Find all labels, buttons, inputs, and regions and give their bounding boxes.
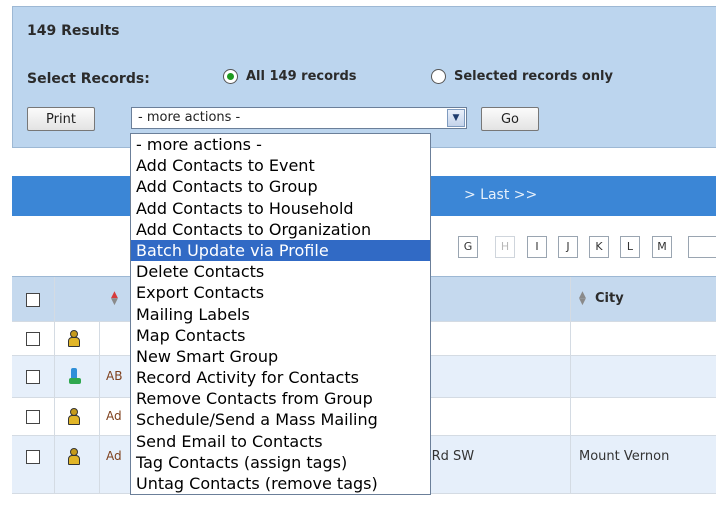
chevron-down-icon[interactable]: ▼ xyxy=(447,109,465,127)
select-records-label: Select Records: xyxy=(27,71,150,87)
header-city[interactable]: ▲ ▼ City xyxy=(571,277,716,321)
alpha-letter-h: H xyxy=(495,236,515,258)
option-export-contacts[interactable]: Export Contacts xyxy=(131,282,430,303)
person-icon xyxy=(67,448,81,466)
city-column-label: City xyxy=(595,291,624,306)
option-tag-contacts[interactable]: Tag Contacts (assign tags) xyxy=(131,452,430,473)
row-checkbox[interactable] xyxy=(26,332,40,346)
alpha-letter-m[interactable]: M xyxy=(652,236,672,258)
option-add-to-household[interactable]: Add Contacts to Household xyxy=(131,198,430,219)
alpha-letter-next[interactable] xyxy=(688,236,716,258)
radio-all-records-label: All 149 records xyxy=(246,69,357,84)
option-batch-update[interactable]: Batch Update via Profile xyxy=(131,239,430,262)
person-icon xyxy=(67,330,81,348)
radio-all-records[interactable]: All 149 records xyxy=(223,69,356,84)
row-checkbox[interactable] xyxy=(26,410,40,424)
option-add-to-organization[interactable]: Add Contacts to Organization xyxy=(131,219,430,240)
option-add-to-group[interactable]: Add Contacts to Group xyxy=(131,176,430,197)
results-count: 149 Results xyxy=(27,23,120,39)
option-map-contacts[interactable]: Map Contacts xyxy=(131,325,430,346)
option-add-to-event[interactable]: Add Contacts to Event xyxy=(131,155,430,176)
alpha-letter-k[interactable]: K xyxy=(589,236,609,258)
go-button[interactable]: Go xyxy=(481,107,539,131)
pager-last-link[interactable]: > Last >> xyxy=(464,187,537,203)
option-remove-from-group[interactable]: Remove Contacts from Group xyxy=(131,388,430,409)
alpha-letter-j[interactable]: J xyxy=(558,236,578,258)
radio-selected-only-label: Selected records only xyxy=(454,69,613,84)
city-cell: Mount Vernon xyxy=(579,449,670,464)
row-checkbox[interactable] xyxy=(26,450,40,464)
radio-selected-only[interactable]: Selected records only xyxy=(431,69,613,84)
more-actions-select-value: - more actions - xyxy=(138,110,241,125)
radio-unchecked-icon[interactable] xyxy=(431,69,446,84)
option-record-activity[interactable]: Record Activity for Contacts xyxy=(131,367,430,388)
option-new-smart-group[interactable]: New Smart Group xyxy=(131,346,430,367)
sort-icon[interactable]: ▲ ▼ xyxy=(579,291,586,307)
option-send-email[interactable]: Send Email to Contacts xyxy=(131,431,430,452)
header-select-cell xyxy=(12,277,55,321)
sort-icon[interactable]: ▲ ▼ xyxy=(111,291,118,307)
option-delete-contacts[interactable]: Delete Contacts xyxy=(131,261,430,282)
organization-icon xyxy=(69,368,81,386)
more-actions-dropdown[interactable]: - more actions - Add Contacts to Event A… xyxy=(130,133,431,495)
results-panel: 149 Results Select Records: All 149 reco… xyxy=(12,6,716,148)
option-mailing-labels[interactable]: Mailing Labels xyxy=(131,304,430,325)
print-button[interactable]: Print xyxy=(27,107,95,131)
option-more-actions[interactable]: - more actions - xyxy=(131,134,430,155)
alpha-letter-l[interactable]: L xyxy=(620,236,640,258)
option-untag-contacts[interactable]: Untag Contacts (remove tags) xyxy=(131,473,430,494)
option-mass-mailing[interactable]: Schedule/Send a Mass Mailing xyxy=(131,409,430,430)
alpha-letter-g[interactable]: G xyxy=(458,236,478,258)
select-all-checkbox[interactable] xyxy=(26,293,40,307)
radio-checked-icon[interactable] xyxy=(223,69,238,84)
contact-name-link[interactable]: Ad xyxy=(106,409,122,423)
more-actions-select[interactable]: - more actions - ▼ xyxy=(131,107,467,129)
contact-name-link[interactable]: AB xyxy=(106,369,122,383)
alpha-letter-i[interactable]: I xyxy=(527,236,547,258)
row-checkbox[interactable] xyxy=(26,370,40,384)
person-icon xyxy=(67,408,81,426)
contact-name-link[interactable]: Ad xyxy=(106,449,122,463)
